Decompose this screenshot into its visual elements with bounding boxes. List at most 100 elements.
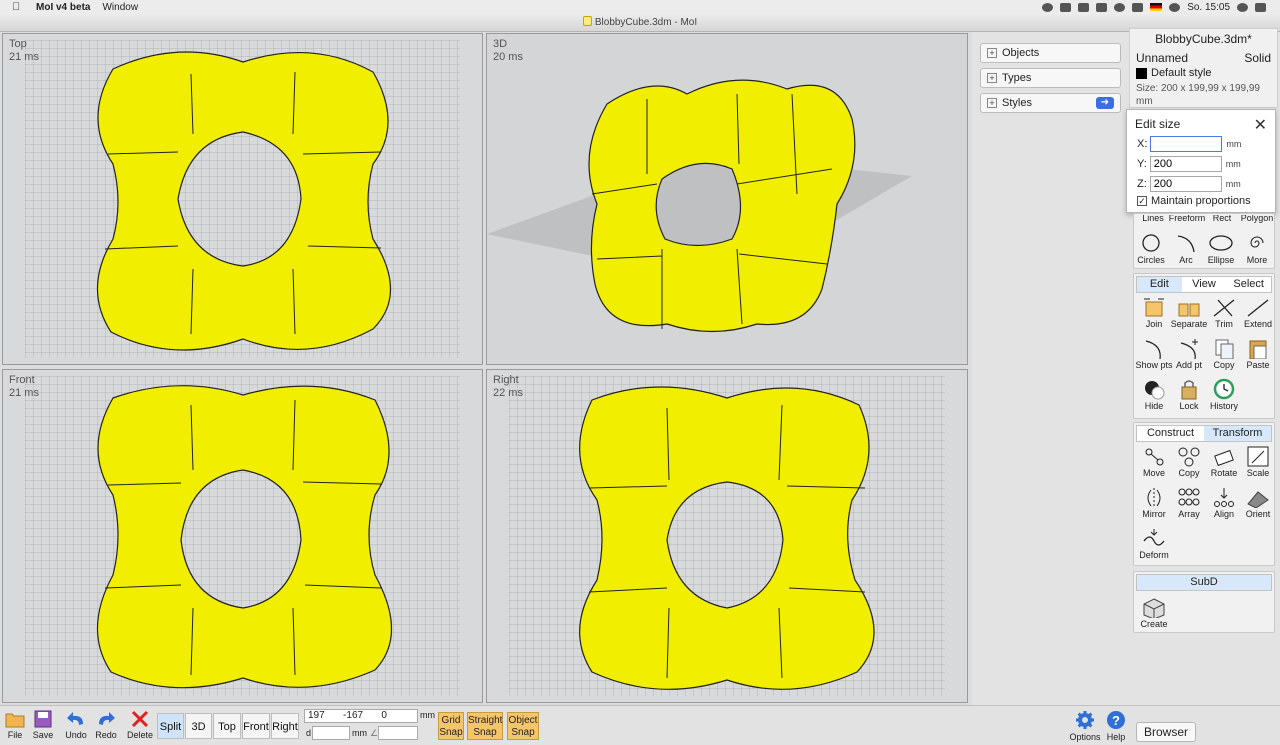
viewport-3d[interactable]: 3D 20 ms xyxy=(486,33,968,365)
floppy-disk-icon xyxy=(34,710,52,728)
add-pt-tool[interactable]: Add pt xyxy=(1170,337,1208,370)
help-button[interactable]: ? Help xyxy=(1104,710,1128,742)
tab-subd[interactable]: SubD xyxy=(1137,575,1271,590)
upload-icon[interactable] xyxy=(1078,2,1090,12)
arc-tool[interactable]: Arc xyxy=(1167,232,1205,265)
separate-tool[interactable]: Separate xyxy=(1170,296,1208,329)
expand-icon[interactable]: + xyxy=(987,73,997,83)
blobby-model-top[interactable] xyxy=(3,34,483,365)
join-icon xyxy=(1144,298,1164,317)
arc-icon xyxy=(1177,235,1195,253)
tab-construct[interactable]: Construct xyxy=(1137,426,1204,441)
join-tool[interactable]: Join xyxy=(1135,296,1173,329)
file-name: BlobbyCube.3dm* xyxy=(1155,32,1252,46)
undo-button[interactable]: Undo xyxy=(64,710,88,740)
maintain-proportions-checkbox[interactable]: ✓ xyxy=(1137,196,1147,206)
mirror-icon xyxy=(1147,488,1161,508)
creative-cloud-icon[interactable] xyxy=(1042,2,1054,12)
lock-tool[interactable]: Lock xyxy=(1170,378,1208,411)
paste-tool[interactable]: Paste xyxy=(1239,337,1277,370)
angle-input[interactable] xyxy=(378,726,418,740)
viewport-top[interactable]: Top 21 ms xyxy=(2,33,483,365)
clock[interactable]: So. 15:05 xyxy=(1187,2,1230,13)
hide-tool[interactable]: Hide xyxy=(1135,378,1173,411)
split-view-button[interactable]: Split xyxy=(157,713,184,739)
align-tool[interactable]: Align xyxy=(1205,486,1243,519)
blobby-model-right[interactable] xyxy=(487,370,968,703)
notification-center-icon[interactable] xyxy=(1255,2,1266,12)
array-tool[interactable]: Array xyxy=(1170,486,1208,519)
tab-view[interactable]: View xyxy=(1182,277,1227,292)
distance-label: d xyxy=(306,728,312,738)
styles-section[interactable]: + Styles ➜ xyxy=(980,93,1121,113)
polygon-tool[interactable]: Polygon xyxy=(1238,215,1276,224)
browser-button[interactable]: Browser xyxy=(1136,722,1196,742)
object-snap-toggle[interactable]: Object Snap xyxy=(507,712,539,740)
redo-button[interactable]: Redo xyxy=(94,710,118,740)
trim-tool[interactable]: Trim xyxy=(1205,296,1243,329)
size-z-input[interactable] xyxy=(1149,176,1222,192)
scale-tool[interactable]: Scale xyxy=(1239,445,1277,478)
lines-tool[interactable]: Lines xyxy=(1134,215,1172,224)
subd-create-tool[interactable]: Create xyxy=(1135,596,1173,629)
rect-tool[interactable]: Rect xyxy=(1203,215,1241,224)
wifi-icon[interactable] xyxy=(1169,2,1181,12)
types-section[interactable]: + Types xyxy=(980,68,1121,88)
object-size[interactable]: Size: 200 x 199,99 x 199,99 mm xyxy=(1130,82,1277,108)
size-y-input[interactable] xyxy=(1149,156,1222,172)
coordinate-input[interactable]: 197 -167 0 xyxy=(304,709,418,723)
options-button[interactable]: Options xyxy=(1068,710,1102,742)
more-tool[interactable]: More xyxy=(1238,232,1276,265)
app-menu[interactable]: MoI v4 beta xyxy=(36,2,90,13)
extend-tool[interactable]: Extend xyxy=(1239,296,1277,329)
distance-input[interactable] xyxy=(312,726,350,740)
mirror-tool[interactable]: Mirror xyxy=(1135,486,1173,519)
dropbox-icon[interactable] xyxy=(1060,2,1072,12)
tab-transform[interactable]: Transform xyxy=(1204,426,1271,441)
object-name[interactable]: Unnamed xyxy=(1136,51,1188,65)
grid-snap-toggle[interactable]: Grid Snap xyxy=(438,712,464,740)
top-view-button[interactable]: Top xyxy=(213,713,241,739)
freeform-tool[interactable]: Freeform xyxy=(1168,215,1206,224)
viewport-front[interactable]: Front 21 ms xyxy=(2,369,483,703)
orient-tool[interactable]: Orient xyxy=(1239,486,1277,519)
rotate-tool[interactable]: Rotate xyxy=(1205,445,1243,478)
expand-icon[interactable]: + xyxy=(987,98,997,108)
file-button[interactable]: File xyxy=(4,710,26,740)
size-x-input[interactable] xyxy=(1150,136,1223,152)
deform-tool[interactable]: Deform xyxy=(1135,527,1173,560)
bluetooth-icon[interactable] xyxy=(1132,2,1144,12)
blobby-model-front[interactable] xyxy=(3,370,483,703)
apple-menu-icon[interactable]:  xyxy=(12,1,28,13)
history-tool[interactable]: History xyxy=(1205,378,1243,411)
input-source-flag-icon[interactable] xyxy=(1150,3,1163,11)
spotlight-search-icon[interactable] xyxy=(1237,2,1248,12)
objects-section[interactable]: + Objects xyxy=(980,43,1121,63)
object-style[interactable]: Default style xyxy=(1151,67,1212,79)
front-view-button[interactable]: Front xyxy=(242,713,270,739)
save-button[interactable]: Save xyxy=(32,710,54,740)
y-label: Y: xyxy=(1137,158,1147,170)
transform-copy-tool[interactable]: Copy xyxy=(1170,445,1208,478)
expand-icon[interactable]: + xyxy=(987,48,997,58)
style-swatch[interactable] xyxy=(1136,67,1147,79)
straight-snap-toggle[interactable]: Straight Snap xyxy=(467,712,503,740)
styles-arrow-icon[interactable]: ➜ xyxy=(1096,97,1114,109)
viewport-right[interactable]: Right 22 ms xyxy=(486,369,968,703)
circles-tool[interactable]: Circles xyxy=(1132,232,1170,265)
ellipse-tool[interactable]: Ellipse xyxy=(1202,232,1240,265)
tab-select[interactable]: Select xyxy=(1226,277,1271,292)
close-icon[interactable]: ✕ xyxy=(1254,115,1267,135)
volume-icon[interactable] xyxy=(1096,2,1108,12)
blobby-model-3d[interactable] xyxy=(487,34,968,365)
3d-view-button[interactable]: 3D xyxy=(185,713,212,739)
window-menu[interactable]: Window xyxy=(102,2,138,13)
tab-edit[interactable]: Edit xyxy=(1137,277,1182,292)
move-tool[interactable]: Move xyxy=(1135,445,1173,478)
delete-button[interactable]: Delete xyxy=(127,710,153,740)
show-pts-tool[interactable]: Show pts xyxy=(1135,337,1173,370)
time-machine-icon[interactable] xyxy=(1114,2,1126,12)
copy-tool[interactable]: Copy xyxy=(1205,337,1243,370)
right-view-button[interactable]: Right xyxy=(271,713,299,739)
svg-text:?: ? xyxy=(1112,713,1120,728)
